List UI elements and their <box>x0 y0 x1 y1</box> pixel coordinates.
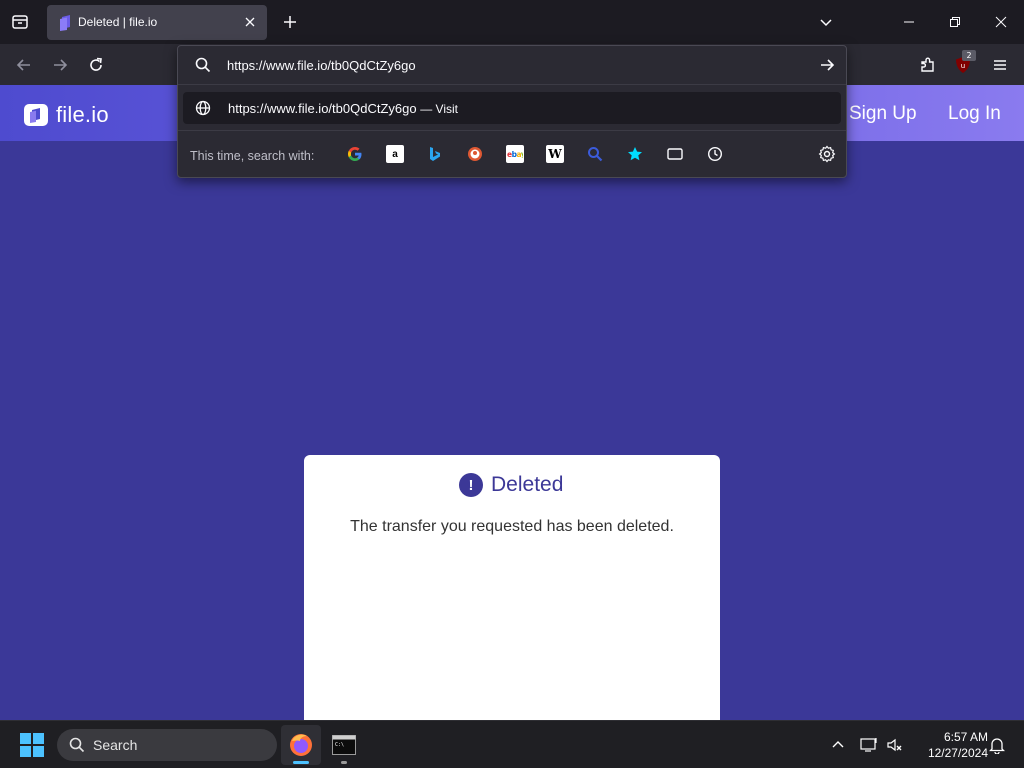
volume-muted-icon[interactable] <box>885 735 905 755</box>
minimize-icon[interactable] <box>895 8 923 36</box>
wikipedia-icon[interactable]: W <box>546 145 564 163</box>
suggestion-url: https://www.file.io/tb0QdCtZy6go — Visit <box>228 101 458 116</box>
clock-date: 12/27/2024 <box>927 746 988 760</box>
search-with-label: This time, search with: <box>190 149 315 163</box>
chevron-up-icon[interactable] <box>828 735 848 755</box>
back-arrow-icon[interactable] <box>11 52 37 78</box>
bing-icon[interactable] <box>426 145 444 163</box>
running-indicator <box>341 761 347 764</box>
google-icon[interactable] <box>346 145 364 163</box>
tab-title: Deleted | file.io <box>78 15 158 29</box>
taskbar-clock[interactable]: 6:57 AM 12/27/2024 <box>912 729 988 761</box>
windows-start-icon[interactable] <box>20 733 44 757</box>
globe-icon <box>195 100 211 116</box>
history-icon[interactable] <box>706 145 724 163</box>
suggestion-url-text: https://www.file.io/tb0QdCtZy6go <box>228 101 417 116</box>
reload-icon[interactable] <box>83 52 109 78</box>
new-tab-icon[interactable] <box>279 11 301 33</box>
extension-badge: 2 <box>962 50 976 61</box>
chevron-down-icon[interactable] <box>815 11 837 33</box>
search-icon <box>69 737 85 753</box>
card-message: The transfer you requested has been dele… <box>350 518 674 535</box>
restore-icon[interactable] <box>941 8 969 36</box>
forward-arrow-icon[interactable] <box>47 52 73 78</box>
bookmarks-star-icon[interactable] <box>626 145 644 163</box>
search-engine-icon[interactable] <box>586 145 604 163</box>
svg-text:u: u <box>961 62 965 70</box>
browser-tab[interactable]: Deleted | file.io <box>47 5 267 40</box>
notification-bell-icon[interactable] <box>987 735 1007 755</box>
exclamation-icon: ! <box>459 473 483 497</box>
search-icon <box>194 56 212 74</box>
divider <box>178 130 846 131</box>
divider <box>178 84 846 85</box>
deleted-card: ! Deleted The transfer you requested has… <box>304 455 720 735</box>
menu-hamburger-icon[interactable] <box>987 52 1013 78</box>
tab-strip: Deleted | file.io <box>0 0 1024 44</box>
site-name[interactable]: file.io <box>56 102 109 128</box>
tab-list-icon[interactable] <box>8 10 32 34</box>
taskbar: Search C:\ 6:57 AM 12/27/2024 <box>0 720 1024 768</box>
display-icon[interactable] <box>859 735 879 755</box>
go-arrow-icon[interactable] <box>818 56 836 74</box>
firefox-taskbar-icon[interactable] <box>281 725 321 765</box>
card-title: Deleted <box>491 473 564 496</box>
amazon-icon[interactable]: a <box>386 145 404 163</box>
extensions-puzzle-icon[interactable] <box>915 52 941 78</box>
fileio-logo-icon[interactable] <box>24 102 48 128</box>
svg-text:ebay: ebay <box>507 150 523 158</box>
active-indicator <box>293 761 309 764</box>
fileio-favicon-icon <box>59 15 73 31</box>
urlbar-input[interactable]: https://www.file.io/tb0QdCtZy6go <box>178 46 846 84</box>
suggestion-action: — Visit <box>420 102 459 116</box>
signup-link[interactable]: Sign Up <box>849 103 917 125</box>
clock-time: 6:57 AM <box>943 730 988 744</box>
close-tab-icon[interactable] <box>241 13 259 31</box>
ebay-icon[interactable]: ebay <box>506 145 524 163</box>
tabs-icon[interactable] <box>666 145 684 163</box>
urlbar-dropdown: https://www.file.io/tb0QdCtZy6go https:/… <box>177 45 847 178</box>
login-link[interactable]: Log In <box>948 103 1001 125</box>
close-window-icon[interactable] <box>987 8 1015 36</box>
gear-icon[interactable] <box>818 145 836 163</box>
urlbar-text[interactable]: https://www.file.io/tb0QdCtZy6go <box>227 58 416 73</box>
terminal-taskbar-icon[interactable]: C:\ <box>324 725 364 765</box>
svg-text:C:\: C:\ <box>335 742 344 748</box>
taskbar-search-label: Search <box>93 737 138 753</box>
url-suggestion-row[interactable]: https://www.file.io/tb0QdCtZy6go — Visit <box>183 92 841 124</box>
duckduckgo-icon[interactable] <box>466 145 484 163</box>
taskbar-search[interactable]: Search <box>57 729 277 761</box>
